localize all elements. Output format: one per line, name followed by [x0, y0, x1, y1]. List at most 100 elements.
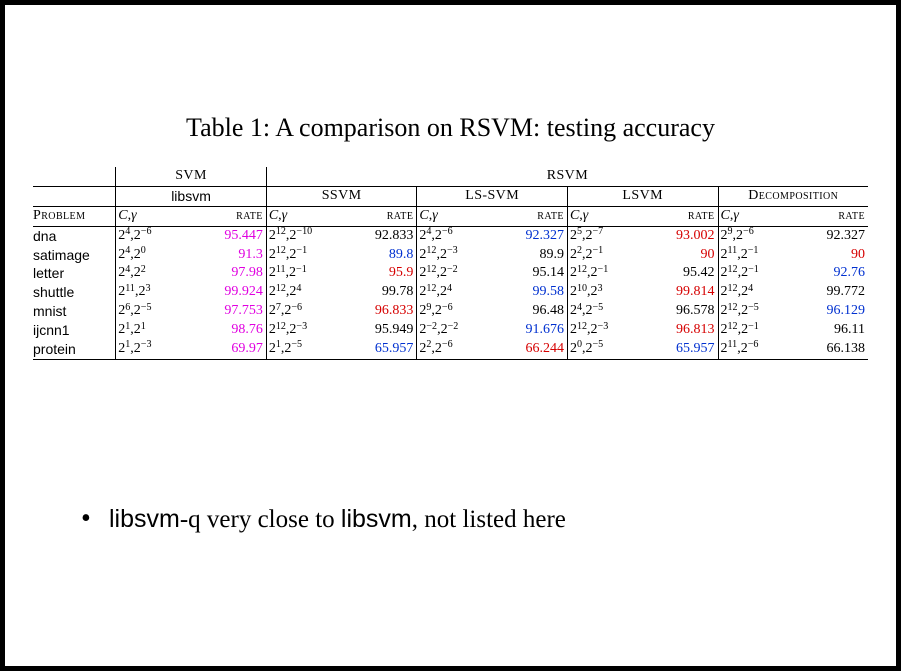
- cg-cell: 22,2−6: [417, 340, 495, 359]
- rate-cell: 95.447: [194, 226, 267, 245]
- rate-cell: 95.949: [344, 321, 417, 340]
- cg-cell: 22,2−1: [567, 246, 645, 265]
- header-row-1: SVM RSVM: [33, 167, 868, 186]
- table-row: ijcnn121,2198.76212,2−395.9492−2,2−291.6…: [33, 321, 868, 340]
- rate-cell: 65.957: [645, 340, 718, 359]
- cg-cell: 24,20: [116, 246, 194, 265]
- rate-cell: 66.244: [495, 340, 568, 359]
- blank: [33, 167, 116, 186]
- content: Table 1: A comparison on RSVM: testing a…: [33, 113, 868, 360]
- head-rate: rate: [495, 206, 568, 226]
- cg-cell: 212,2−10: [266, 226, 344, 245]
- cg-cell: 212,24: [266, 283, 344, 302]
- rate-cell: 90: [796, 246, 868, 265]
- head-rate: rate: [796, 206, 868, 226]
- rate-cell: 69.97: [194, 340, 267, 359]
- rate-cell: 99.814: [645, 283, 718, 302]
- bullet-end: , not listed here: [412, 506, 566, 533]
- cg-cell: 25,2−7: [567, 226, 645, 245]
- table-caption: Table 1: A comparison on RSVM: testing a…: [33, 113, 868, 143]
- rate-cell: 97.98: [194, 264, 267, 283]
- rate-cell: 65.957: [344, 340, 417, 359]
- cg-cell: 212,2−3: [266, 321, 344, 340]
- rate-cell: 95.9: [344, 264, 417, 283]
- rate-cell: 98.76: [194, 321, 267, 340]
- head-cg: C,γ: [116, 206, 194, 226]
- table-row: dna24,2−695.447212,2−1092.83324,2−692.32…: [33, 226, 868, 245]
- rate-cell: 89.9: [495, 246, 568, 265]
- cg-cell: 212,2−1: [718, 264, 796, 283]
- head-rate: rate: [194, 206, 267, 226]
- cg-cell: 211,2−1: [718, 246, 796, 265]
- cg-cell: 21,21: [116, 321, 194, 340]
- rate-cell: 91.676: [495, 321, 568, 340]
- caption-label: Table 1:: [186, 113, 270, 142]
- rate-cell: 96.129: [796, 302, 868, 321]
- blank: [33, 186, 116, 206]
- cg-cell: 212,2−3: [417, 246, 495, 265]
- rate-cell: 92.833: [344, 226, 417, 245]
- problem-cell: protein: [33, 340, 116, 359]
- rate-cell: 99.924: [194, 283, 267, 302]
- rate-cell: 95.42: [645, 264, 718, 283]
- bullet-icon: •: [81, 505, 91, 533]
- cg-cell: 212,24: [417, 283, 495, 302]
- rate-cell: 96.578: [645, 302, 718, 321]
- cg-cell: 212,2−1: [567, 264, 645, 283]
- cg-cell: 212,2−3: [567, 321, 645, 340]
- cg-cell: 212,2−1: [266, 246, 344, 265]
- cg-cell: 29,2−6: [718, 226, 796, 245]
- problem-cell: letter: [33, 264, 116, 283]
- header-row-3: Problem C,γ rate C,γ rate C,γ rate C,γ r…: [33, 206, 868, 226]
- head-decomp: Decomposition: [718, 186, 868, 206]
- table-row: shuttle211,2399.924212,2499.78212,2499.5…: [33, 283, 868, 302]
- problem-cell: dna: [33, 226, 116, 245]
- cg-cell: 210,23: [567, 283, 645, 302]
- cg-cell: 27,2−6: [266, 302, 344, 321]
- caption-text: A comparison on RSVM: testing accuracy: [275, 113, 715, 142]
- bullet-item: • libsvm-q very close to libsvm, not lis…: [109, 505, 566, 534]
- cg-cell: 24,2−5: [567, 302, 645, 321]
- table-row: protein21,2−369.9721,2−565.95722,2−666.2…: [33, 340, 868, 359]
- table-row: satimage24,2091.3212,2−189.8212,2−389.92…: [33, 246, 868, 265]
- bullet-libsvm2: libsvm: [341, 505, 412, 533]
- bullet-libsvm1: libsvm: [109, 505, 180, 533]
- results-table: SVM RSVM libsvm SSVM LS-SVM LSVM Decompo…: [33, 167, 868, 360]
- cg-cell: 211,23: [116, 283, 194, 302]
- head-problem: Problem: [33, 206, 116, 226]
- rate-cell: 96.11: [796, 321, 868, 340]
- rate-cell: 93.002: [645, 226, 718, 245]
- cg-cell: 212,2−5: [718, 302, 796, 321]
- rate-cell: 99.772: [796, 283, 868, 302]
- rate-cell: 92.76: [796, 264, 868, 283]
- head-cg: C,γ: [417, 206, 495, 226]
- head-rate: rate: [344, 206, 417, 226]
- head-rsvm: RSVM: [266, 167, 868, 186]
- head-lsvm: LSVM: [567, 186, 718, 206]
- cg-cell: 26,2−5: [116, 302, 194, 321]
- rate-cell: 89.8: [344, 246, 417, 265]
- cg-cell: 211,2−1: [266, 264, 344, 283]
- head-rate: rate: [645, 206, 718, 226]
- problem-cell: ijcnn1: [33, 321, 116, 340]
- head-libsvm: libsvm: [116, 186, 267, 206]
- cg-cell: 21,2−5: [266, 340, 344, 359]
- rate-cell: 99.58: [495, 283, 568, 302]
- cg-cell: 24,22: [116, 264, 194, 283]
- cg-cell: 211,2−6: [718, 340, 796, 359]
- cg-cell: 212,2−1: [718, 321, 796, 340]
- header-row-2: libsvm SSVM LS-SVM LSVM Decomposition: [33, 186, 868, 206]
- cg-cell: 212,24: [718, 283, 796, 302]
- rate-cell: 92.327: [796, 226, 868, 245]
- rate-cell: 90: [645, 246, 718, 265]
- page: Table 1: A comparison on RSVM: testing a…: [0, 0, 901, 671]
- rate-cell: 66.138: [796, 340, 868, 359]
- cg-cell: 20,2−5: [567, 340, 645, 359]
- head-lssvm: LS-SVM: [417, 186, 568, 206]
- problem-cell: satimage: [33, 246, 116, 265]
- rate-cell: 92.327: [495, 226, 568, 245]
- rate-cell: 95.14: [495, 264, 568, 283]
- problem-cell: mnist: [33, 302, 116, 321]
- table-body: dna24,2−695.447212,2−1092.83324,2−692.32…: [33, 226, 868, 359]
- cg-cell: 24,2−6: [116, 226, 194, 245]
